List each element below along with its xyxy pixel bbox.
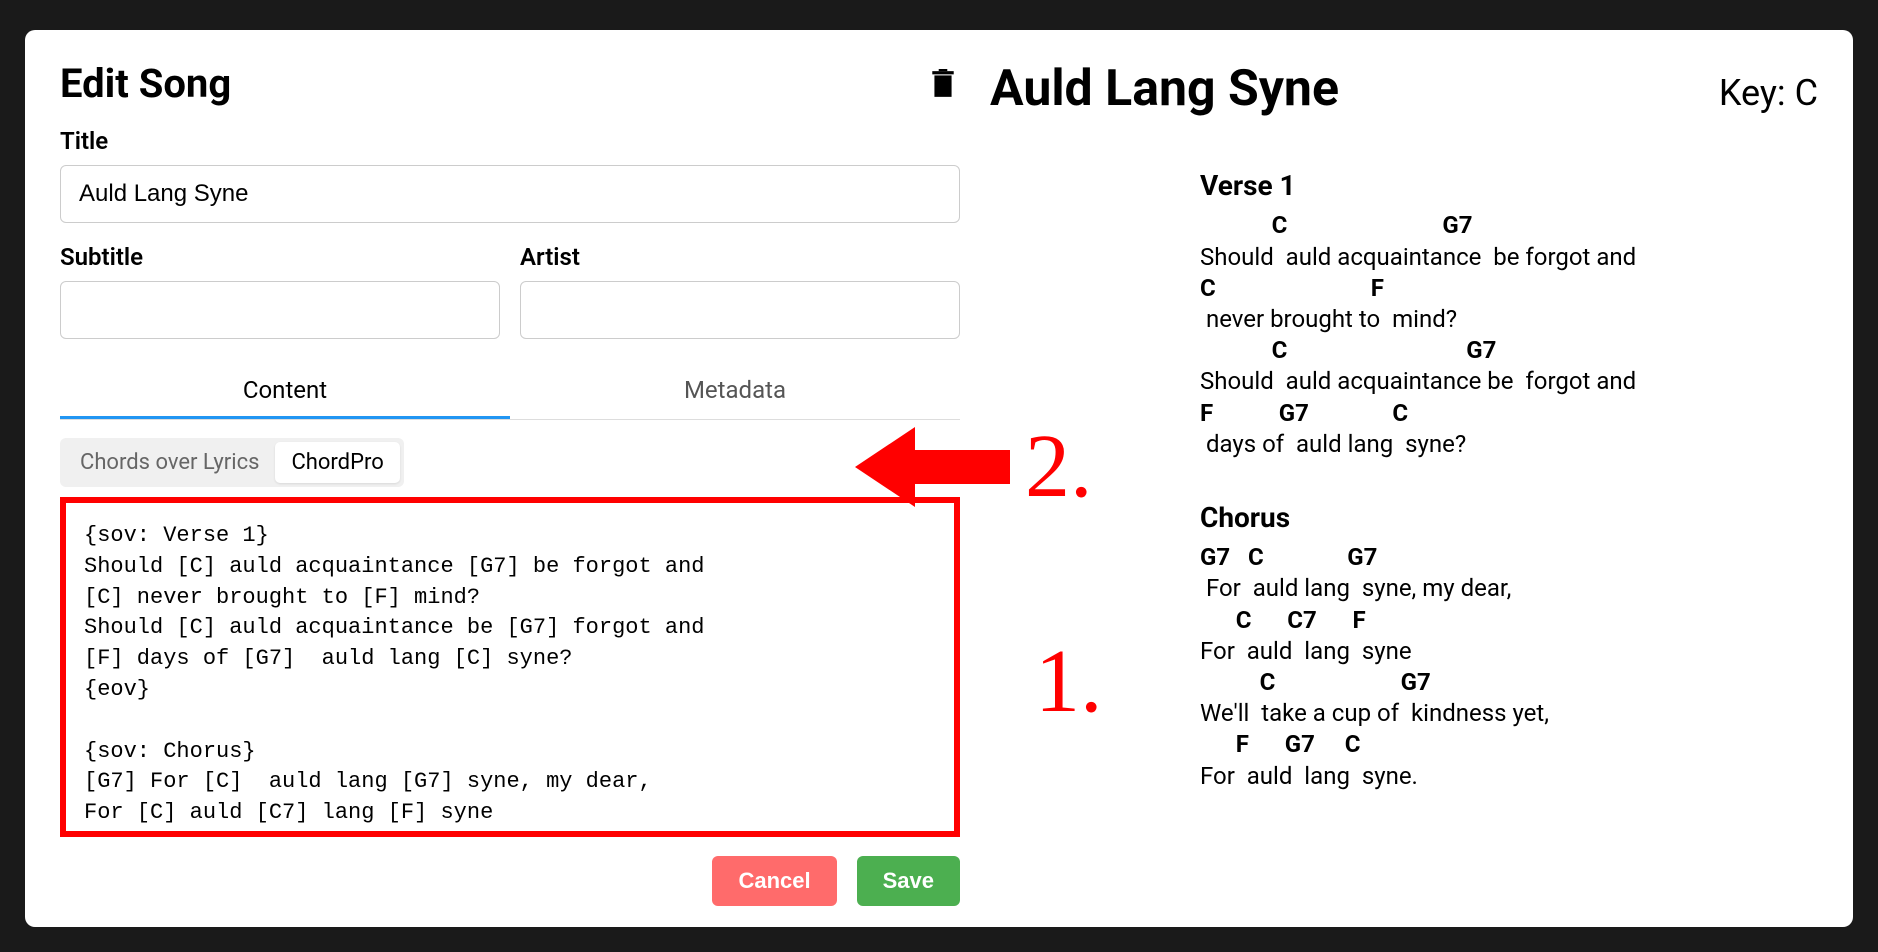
preview-section: Chorus G7 C G7 For auld lang syne, my dea… xyxy=(1200,500,1818,792)
tab-content[interactable]: Content xyxy=(60,364,510,419)
format-tab-chords-over-lyrics[interactable]: Chords over Lyrics xyxy=(64,442,275,483)
preview-key: Key: C xyxy=(1719,72,1818,114)
page-title: Edit Song xyxy=(60,60,231,107)
title-label: Title xyxy=(60,127,960,155)
preview-section: Verse 1 C G7Should auld acquaintance be … xyxy=(1200,168,1818,460)
preview-panel: Auld Lang Syne Key: C Verse 1 C G7Should… xyxy=(960,60,1818,897)
chord-line: C C7 F xyxy=(1200,605,1818,636)
artist-input[interactable] xyxy=(520,281,960,339)
edit-song-modal: Edit Song Title Subtitle Artist xyxy=(25,30,1853,927)
section-title: Verse 1 xyxy=(1200,168,1818,204)
subtitle-label: Subtitle xyxy=(60,243,500,271)
preview-title: Auld Lang Syne xyxy=(990,60,1339,118)
lyric-line: Should auld acquaintance be forgot and xyxy=(1200,366,1818,397)
subtitle-input[interactable] xyxy=(60,281,500,339)
chord-line: C F xyxy=(1200,273,1818,304)
lyric-line: For auld lang syne xyxy=(1200,636,1818,667)
artist-label: Artist xyxy=(520,243,960,271)
chord-line: C G7 xyxy=(1200,335,1818,366)
lyric-line: For auld lang syne, my dear, xyxy=(1200,573,1818,604)
chord-line: F G7 C xyxy=(1200,398,1818,429)
chord-line: F G7 C xyxy=(1200,729,1818,760)
trash-icon xyxy=(930,69,956,99)
cancel-button[interactable]: Cancel xyxy=(712,856,836,906)
lyric-line: We'll take a cup of kindness yet, xyxy=(1200,698,1818,729)
main-tabs: Content Metadata xyxy=(60,364,960,420)
content-editor[interactable] xyxy=(60,497,960,837)
artist-field: Artist xyxy=(520,243,960,339)
title-input[interactable] xyxy=(60,165,960,223)
chord-line: C G7 xyxy=(1200,667,1818,698)
chord-line: G7 C G7 xyxy=(1200,542,1818,573)
format-tab-chordpro[interactable]: ChordPro xyxy=(275,442,399,483)
lyric-line: never brought to mind? xyxy=(1200,304,1818,335)
save-button[interactable]: Save xyxy=(857,856,960,906)
format-tabs: Chords over Lyrics ChordPro xyxy=(60,438,404,487)
lyric-line: days of auld lang syne? xyxy=(1200,429,1818,460)
tab-metadata[interactable]: Metadata xyxy=(510,364,960,419)
section-title: Chorus xyxy=(1200,500,1818,536)
delete-button[interactable] xyxy=(926,65,960,103)
title-field: Title xyxy=(60,127,960,223)
lyric-line: Should auld acquaintance be forgot and xyxy=(1200,242,1818,273)
song-body: Verse 1 C G7Should auld acquaintance be … xyxy=(1200,168,1818,792)
subtitle-field: Subtitle xyxy=(60,243,500,339)
edit-form-panel: Edit Song Title Subtitle Artist xyxy=(60,60,960,897)
chord-line: C G7 xyxy=(1200,210,1818,241)
lyric-line: For auld lang syne. xyxy=(1200,761,1818,792)
